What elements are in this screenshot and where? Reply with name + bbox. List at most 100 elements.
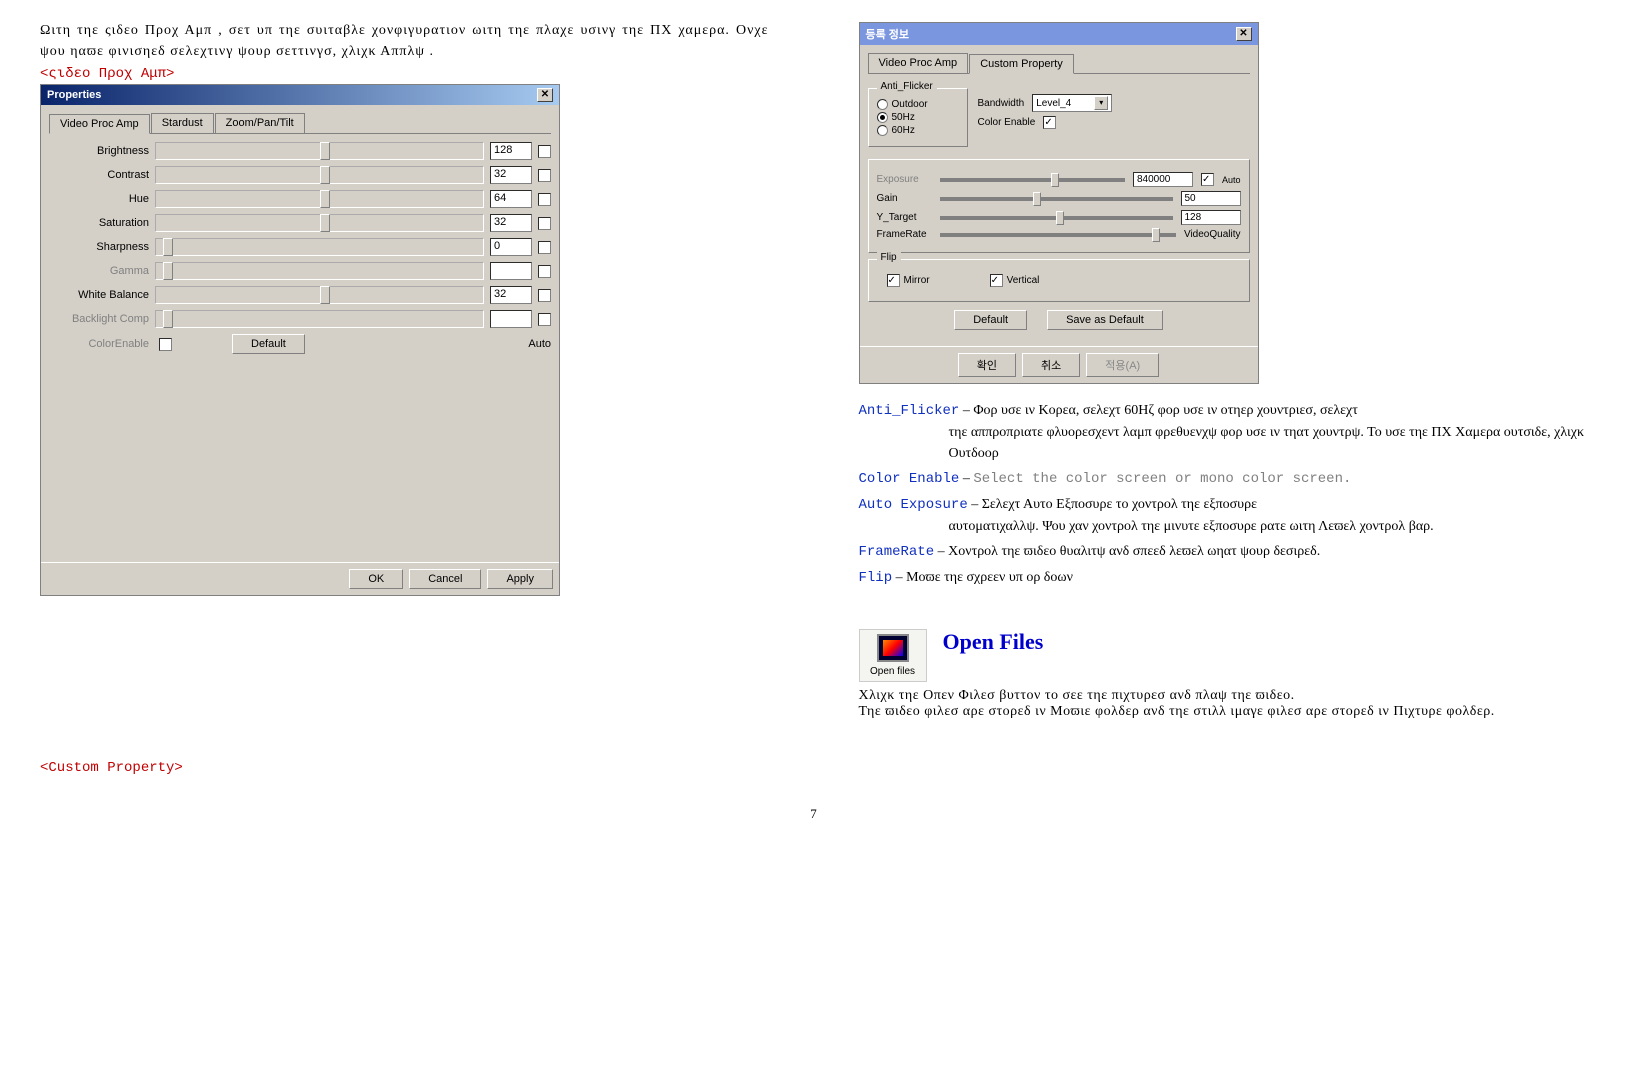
radio-50hz[interactable] [877, 112, 888, 123]
auto-checkbox[interactable] [538, 169, 551, 182]
dialog-titlebar[interactable]: Properties ✕ [41, 85, 559, 105]
slider-row: Gain50 [877, 191, 1241, 206]
apply-button[interactable]: Apply [487, 569, 553, 589]
slider-label: Y_Target [877, 212, 932, 223]
definition-key: Color Enable [859, 471, 960, 487]
custom-property-label: <Custom Property> [40, 760, 769, 776]
slider-track[interactable] [155, 142, 484, 160]
slider-value[interactable]: 32 [490, 166, 532, 184]
close-icon[interactable]: ✕ [537, 88, 553, 102]
slider-value[interactable]: 50 [1181, 191, 1241, 206]
radio-50hz-label: 50Hz [892, 112, 915, 123]
definition-item: FrameRate – Χοντρολ τηε ϖιδεο θυαλιτψ αν… [859, 541, 1588, 563]
anti-flicker-group-title: Anti_Flicker [877, 81, 937, 92]
slider-track[interactable] [155, 286, 484, 304]
tab-video-proc-amp[interactable]: Video Proc Amp [49, 114, 150, 134]
slider-row: Gamma [49, 262, 551, 280]
auto-checkbox[interactable] [538, 313, 551, 326]
close-icon[interactable]: ✕ [1236, 27, 1252, 41]
bandwidth-select[interactable]: Level_4 ▾ [1032, 94, 1112, 112]
framerate-label: FrameRate [877, 229, 932, 240]
slider-label: Backlight Comp [49, 313, 149, 325]
color-enable-label-kr: Color Enable [978, 117, 1036, 128]
slider-track[interactable] [155, 262, 484, 280]
mirror-checkbox[interactable]: ✓ [887, 274, 900, 287]
tab-custom-property[interactable]: Custom Property [969, 54, 1074, 74]
cancel-button[interactable]: Cancel [409, 569, 481, 589]
slider-value[interactable]: 128 [1181, 210, 1241, 225]
slider-value[interactable] [490, 262, 532, 280]
slider-track[interactable] [155, 310, 484, 328]
auto-checkbox[interactable] [538, 193, 551, 206]
slider-track[interactable] [155, 238, 484, 256]
auto-label: Auto [1222, 175, 1241, 185]
radio-outdoor-label: Outdoor [892, 99, 928, 110]
slider-value[interactable]: 128 [490, 142, 532, 160]
framerate-slider[interactable] [940, 233, 1176, 237]
flip-group-title: Flip [877, 252, 901, 263]
cancel-button-kr[interactable]: 취소 [1022, 353, 1080, 377]
slider-row: White Balance 32 [49, 286, 551, 304]
slider-value[interactable]: 32 [490, 286, 532, 304]
monitor-icon [877, 634, 909, 662]
definition-item: Anti_Flicker – Φορ υσε ιν Κορεα, σελεχτ … [859, 400, 1588, 464]
save-default-button[interactable]: Save as Default [1047, 310, 1163, 330]
tab-zoom-pan-tilt[interactable]: Zoom/Pan/Tilt [215, 113, 305, 133]
open-files-icon-caption: Open files [870, 666, 915, 677]
open-files-section: Open files Open Files Χλιχκ τηε Οπεν Φιλ… [859, 629, 1588, 720]
auto-checkbox[interactable] [538, 289, 551, 302]
tab-video-proc-amp-kr[interactable]: Video Proc Amp [868, 53, 969, 73]
radio-outdoor[interactable] [877, 99, 888, 110]
color-enable-label: ColorEnable [49, 338, 149, 350]
slider-label: Exposure [877, 174, 932, 185]
vertical-label: Vertical [1007, 275, 1040, 286]
slider-row: Exposure 840000 ✓ Auto [877, 172, 1241, 187]
slider-track[interactable] [155, 190, 484, 208]
slider-track[interactable] [155, 166, 484, 184]
ok-button[interactable]: OK [349, 569, 403, 589]
tab-stardust[interactable]: Stardust [151, 113, 214, 133]
slider-track[interactable] [940, 178, 1125, 182]
slider-label: Contrast [49, 169, 149, 181]
slider-row: Saturation 32 [49, 214, 551, 232]
slider-row: Hue 64 [49, 190, 551, 208]
slider-track[interactable] [155, 214, 484, 232]
auto-checkbox[interactable] [538, 241, 551, 254]
auto-checkbox[interactable] [538, 265, 551, 278]
slider-value[interactable]: 64 [490, 190, 532, 208]
dialog-titlebar-kr[interactable]: 등록 정보 ✕ [860, 23, 1258, 45]
properties-dialog: Properties ✕ Video Proc Amp Stardust Zoo… [40, 84, 560, 596]
slider-row: Brightness128 [49, 142, 551, 160]
slider-label: Hue [49, 193, 149, 205]
default-button[interactable]: Default [232, 334, 305, 354]
color-enable-checkbox[interactable] [159, 338, 172, 351]
definition-item: Auto Exposure – Σελεχτ Αυτο Εξποσυρε το … [859, 494, 1588, 537]
page-number: 7 [40, 806, 1587, 822]
ok-button-kr[interactable]: 확인 [958, 353, 1016, 377]
slider-label: White Balance [49, 289, 149, 301]
auto-checkbox[interactable] [538, 145, 551, 158]
open-files-line1: Χλιχκ τηε Οπεν Φιλεσ βυττον το σεε τηε π… [859, 688, 1295, 703]
definition-key: FrameRate [859, 544, 935, 560]
default-button-kr[interactable]: Default [954, 310, 1027, 330]
chevron-down-icon[interactable]: ▾ [1094, 96, 1108, 110]
slider-value[interactable]: 0 [490, 238, 532, 256]
slider-label: Gamma [49, 265, 149, 277]
auto-checkbox[interactable] [538, 217, 551, 230]
slider-value[interactable] [490, 310, 532, 328]
slider-track[interactable] [940, 216, 1173, 220]
color-enable-checkbox-kr[interactable]: ✓ [1043, 116, 1056, 129]
auto-checkbox[interactable]: ✓ [1201, 173, 1214, 186]
slider-value[interactable]: 840000 [1133, 172, 1193, 187]
vertical-checkbox[interactable]: ✓ [990, 274, 1003, 287]
radio-60hz[interactable] [877, 125, 888, 136]
auto-label: Auto [528, 338, 551, 350]
slider-track[interactable] [940, 197, 1173, 201]
videoquality-label: VideoQuality [1184, 229, 1241, 240]
slider-value[interactable]: 32 [490, 214, 532, 232]
video-proc-amp-label: <ςιδεο Προχ Αμπ> [40, 66, 769, 82]
definition-item: Color Enable – Select the color screen o… [859, 468, 1588, 490]
open-files-icon[interactable]: Open files [859, 629, 927, 682]
slider-label: Saturation [49, 217, 149, 229]
apply-button-kr[interactable]: 적용(A) [1086, 353, 1159, 377]
